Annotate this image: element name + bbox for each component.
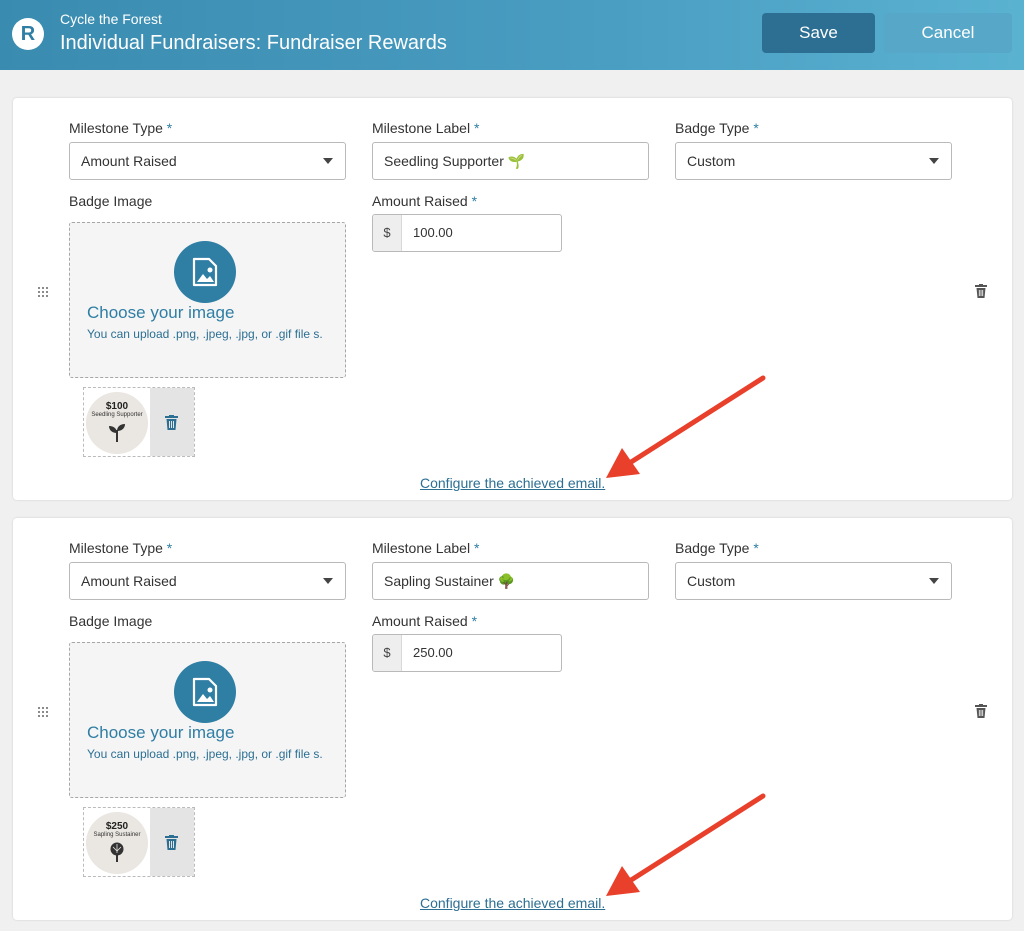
delete-reward-button[interactable] — [975, 284, 987, 303]
trash-icon — [165, 415, 178, 430]
amount-value: 100.00 — [413, 225, 453, 240]
organization-name: Cycle the Forest — [60, 11, 162, 27]
badge-preview: $250 Sapling Sustainer — [86, 812, 148, 874]
badge-image-dropzone[interactable]: Choose your image You can upload .png, .… — [69, 642, 346, 798]
remove-badge-button[interactable] — [150, 808, 194, 876]
badge-image-label: Badge Image — [69, 613, 153, 629]
reward-card: Milestone Type * Amount Raised Milestone… — [13, 518, 1012, 920]
milestone-label-label: Milestone Label * — [372, 120, 480, 136]
image-icon — [174, 241, 236, 303]
drag-handle-icon[interactable] — [37, 705, 49, 723]
amount-raised-label: Amount Raised * — [372, 193, 478, 209]
trash-icon — [975, 704, 987, 718]
badge-image-dropzone[interactable]: Choose your image You can upload .png, .… — [69, 222, 346, 378]
chevron-down-icon — [929, 578, 939, 584]
milestone-label-input[interactable]: Seedling Supporter 🌱 — [372, 142, 649, 180]
chevron-down-icon — [323, 158, 333, 164]
trash-icon — [165, 835, 178, 850]
badge-preview: $100 Seedling Supporter — [86, 392, 148, 454]
badge-type-label: Badge Type * — [675, 120, 759, 136]
badge-image-label: Badge Image — [69, 193, 153, 209]
save-button[interactable]: Save — [762, 13, 875, 53]
image-icon — [174, 661, 236, 723]
trash-icon — [975, 284, 987, 298]
upload-hint: You can upload .png, .jpeg, .jpg, or .gi… — [87, 747, 323, 761]
app-logo[interactable]: R — [12, 18, 44, 50]
currency-prefix: $ — [373, 215, 402, 251]
amount-raised-input[interactable]: $ 100.00 — [372, 214, 562, 252]
milestone-type-select[interactable]: Amount Raised — [69, 142, 346, 180]
delete-reward-button[interactable] — [975, 704, 987, 723]
milestone-label-label: Milestone Label * — [372, 540, 480, 556]
amount-raised-label: Amount Raised * — [372, 613, 478, 629]
page-header: R Cycle the Forest Individual Fundraiser… — [0, 0, 1024, 70]
milestone-type-label: Milestone Type * — [69, 120, 173, 136]
badge-thumbnail: $250 Sapling Sustainer — [83, 807, 195, 877]
reward-card: Milestone Type * Amount Raised Milestone… — [13, 98, 1012, 500]
amount-value: 250.00 — [413, 645, 453, 660]
chevron-down-icon — [929, 158, 939, 164]
badge-amount: $250 — [105, 821, 129, 832]
choose-image-link[interactable]: Choose your image — [87, 723, 234, 743]
milestone-label-input[interactable]: Sapling Sustainer 🌳 — [372, 562, 649, 600]
upload-hint: You can upload .png, .jpeg, .jpg, or .gi… — [87, 327, 323, 341]
configure-achieved-email-link[interactable]: Configure the achieved email. — [420, 895, 605, 911]
badge-type-select[interactable]: Custom — [675, 142, 952, 180]
tree-icon — [110, 842, 124, 862]
milestone-type-label: Milestone Type * — [69, 540, 173, 556]
currency-prefix: $ — [373, 635, 402, 671]
badge-name: Seedling Supporter — [91, 412, 143, 418]
milestone-type-select[interactable]: Amount Raised — [69, 562, 346, 600]
badge-thumbnail: $100 Seedling Supporter — [83, 387, 195, 457]
page-title: Individual Fundraisers: Fundraiser Rewar… — [60, 32, 447, 54]
amount-raised-input[interactable]: $ 250.00 — [372, 634, 562, 672]
cancel-button[interactable]: Cancel — [884, 13, 1012, 53]
configure-achieved-email-link[interactable]: Configure the achieved email. — [420, 475, 605, 491]
chevron-down-icon — [323, 578, 333, 584]
remove-badge-button[interactable] — [150, 388, 194, 456]
seedling-icon — [109, 424, 125, 442]
choose-image-link[interactable]: Choose your image — [87, 303, 234, 323]
badge-name: Sapling Sustainer — [93, 832, 141, 838]
badge-type-label: Badge Type * — [675, 540, 759, 556]
badge-amount: $100 — [105, 401, 129, 412]
drag-handle-icon[interactable] — [37, 285, 49, 303]
badge-type-select[interactable]: Custom — [675, 562, 952, 600]
